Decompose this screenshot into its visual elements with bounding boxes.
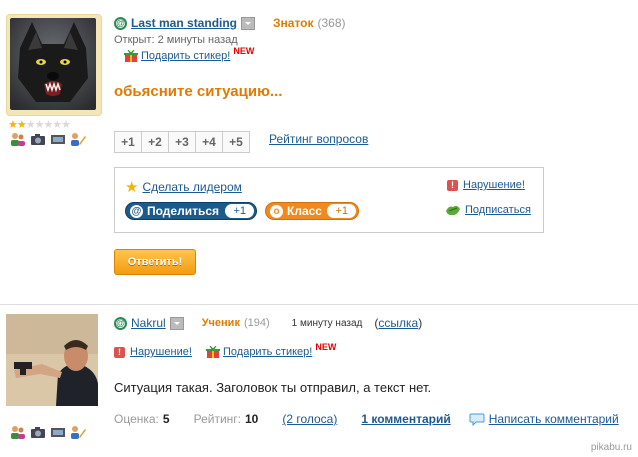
class-label: Класс xyxy=(287,204,322,218)
answer-text: Ситуация такая. Заголовок ты отправил, а… xyxy=(114,380,432,395)
answer-gift-sticker-link[interactable]: Подарить стикер! xyxy=(223,346,312,358)
gift-sticker-link[interactable]: Подарить стикер! xyxy=(141,50,230,62)
vote-plus-3-button[interactable]: +3 xyxy=(168,131,196,153)
answer-time: 1 минуту назад xyxy=(291,317,363,329)
warning-icon: ! xyxy=(447,179,458,191)
subscribe-link[interactable]: Подписаться xyxy=(465,204,531,216)
star-filled-icon: ★★ xyxy=(8,119,27,131)
gift-icon xyxy=(124,50,138,62)
share-button[interactable]: @ Поделиться +1 xyxy=(125,202,257,220)
video-icon[interactable] xyxy=(50,132,66,146)
answer-author-rank-count: (194) xyxy=(243,317,270,329)
rating-value: 10 xyxy=(244,412,259,426)
new-badge: NEW xyxy=(315,342,337,352)
new-badge: NEW xyxy=(233,46,255,56)
gift-icon xyxy=(206,346,220,358)
profile-tools xyxy=(10,132,86,146)
user-rating-stars: ★★★★★★★ xyxy=(8,118,71,131)
comment-bubble-icon xyxy=(469,413,485,426)
answer-button[interactable]: Ответить! xyxy=(114,249,196,275)
subscribe-icon xyxy=(446,205,460,216)
answer-report-violation-link[interactable]: Нарушение! xyxy=(130,346,192,358)
question-rating-link[interactable]: Рейтинг вопросов xyxy=(269,132,368,146)
friends-icon[interactable] xyxy=(10,132,26,146)
star-empty-icon: ★★★★★ xyxy=(25,119,71,131)
class-count: +1 xyxy=(327,204,356,218)
question-opened-time: Открыт: 2 минуты назад xyxy=(114,34,238,46)
answer-author-line: @ Nakrul Ученик (194) 1 минуту назад (сс… xyxy=(114,316,422,330)
answer-link-close: ) xyxy=(418,316,423,330)
question-title: обьясните ситуацию... xyxy=(114,83,283,100)
comments-link[interactable]: 1 комментарий xyxy=(361,412,450,426)
vote-plus-1-button[interactable]: +1 xyxy=(114,131,142,153)
rating-label: Рейтинг: xyxy=(193,412,241,426)
online-status-icon: @ xyxy=(114,316,127,330)
divider xyxy=(0,304,638,305)
edit-profile-icon[interactable] xyxy=(70,425,86,439)
camera-icon[interactable] xyxy=(30,425,46,439)
vote-plus-2-button[interactable]: +2 xyxy=(141,131,169,153)
share-label: Поделиться xyxy=(147,204,220,218)
answer-meta-row: Оценка: 5 Рейтинг: 10 (2 голоса) 1 комме… xyxy=(114,412,619,426)
vote-plus-4-button[interactable]: +4 xyxy=(195,131,223,153)
watermark: pikabu.ru xyxy=(590,442,632,453)
video-icon[interactable] xyxy=(50,425,66,439)
question-author-name[interactable]: Last man standing xyxy=(131,16,237,30)
answer-gift-row: Подарить стикер! NEW xyxy=(206,342,336,358)
answer-profile-tools xyxy=(10,425,86,439)
camera-icon[interactable] xyxy=(30,132,46,146)
write-comment-link[interactable]: Написать комментарий xyxy=(489,412,619,426)
user-menu-dropdown-icon[interactable] xyxy=(241,16,256,30)
odnoklassniki-icon: о xyxy=(270,204,283,218)
warning-icon: ! xyxy=(114,346,125,358)
subscribe-row: Подписаться xyxy=(445,203,531,217)
online-status-icon: @ xyxy=(114,16,127,30)
answer-author-rank: Ученик xyxy=(201,317,240,329)
make-leader-row: ★ Сделать лидером xyxy=(125,178,242,196)
user-menu-dropdown-icon[interactable] xyxy=(169,316,184,330)
report-violation-link[interactable]: Нарушение! xyxy=(463,179,525,191)
vote-buttons: +1 +2 +3 +4 +5 xyxy=(114,131,250,153)
mailru-at-icon: @ xyxy=(130,204,143,218)
make-leader-link[interactable]: Сделать лидером xyxy=(142,180,241,194)
vote-plus-5-button[interactable]: +5 xyxy=(222,131,250,153)
friends-icon[interactable] xyxy=(10,425,26,439)
author-rank-count: (368) xyxy=(317,16,346,30)
score-value: 5 xyxy=(162,412,170,426)
question-actions-box: ★ Сделать лидером ! Нарушение! @ Поделит… xyxy=(114,167,544,233)
class-button[interactable]: о Класс +1 xyxy=(265,202,359,220)
answer-author-name[interactable]: Nakrul xyxy=(131,316,166,330)
share-count: +1 xyxy=(225,204,254,218)
score-label: Оценка: xyxy=(114,412,159,426)
edit-profile-icon[interactable] xyxy=(70,132,86,146)
avatar-man-with-gun[interactable] xyxy=(6,314,98,406)
avatar-wolf[interactable] xyxy=(10,18,96,110)
question-author-line: @ Last man standing Знаток (368) xyxy=(114,16,346,30)
answer-permalink[interactable]: ссылка xyxy=(378,316,418,330)
votes-link[interactable]: (2 голоса) xyxy=(282,412,337,426)
star-icon: ★ xyxy=(125,179,139,196)
gift-sticker-row: Подарить стикер! NEW xyxy=(124,46,254,62)
report-row: ! Нарушение! xyxy=(447,179,525,191)
author-rank: Знаток xyxy=(273,16,314,30)
answer-report-row: ! Нарушение! xyxy=(114,346,192,358)
